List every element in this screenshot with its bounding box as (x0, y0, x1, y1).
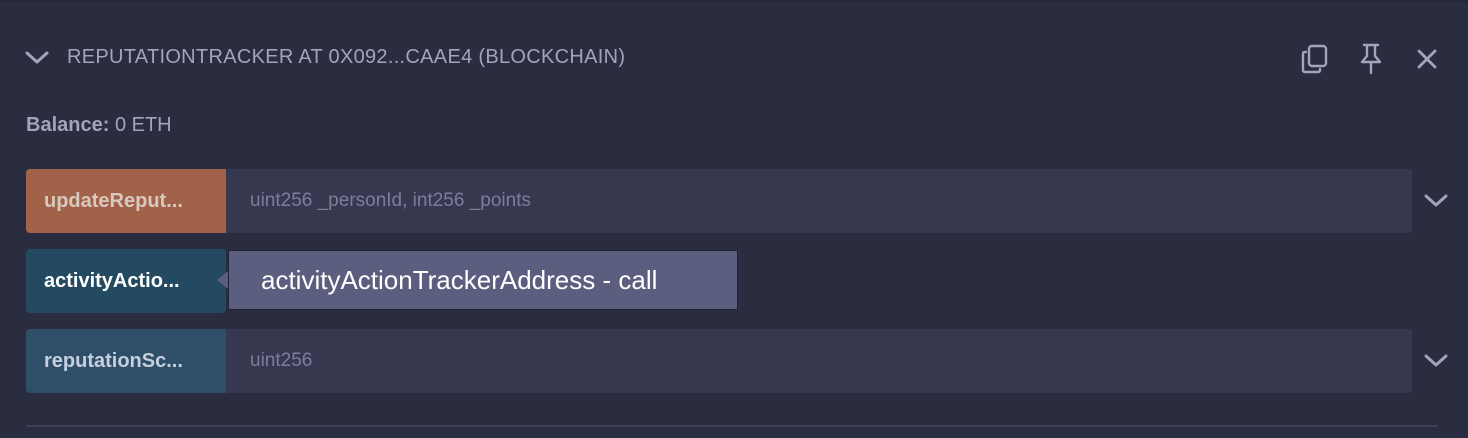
function-row-update-reputation: updateReput... (26, 169, 1448, 233)
pin-contract-button[interactable] (1352, 40, 1390, 78)
section-divider (26, 425, 1438, 427)
balance-label: Balance: (26, 114, 110, 136)
copy-icon (1301, 44, 1328, 74)
tooltip-arrow (217, 271, 228, 289)
balance-value: 0 ETH (114, 114, 172, 136)
function-row-activity-action-tracker: activityActio... (26, 249, 226, 313)
function-row-reputation-scores: reputationSc... (26, 329, 1448, 393)
reputation-scores-expand[interactable] (1420, 345, 1452, 377)
update-reputation-input[interactable] (226, 169, 1412, 233)
function-tooltip: activityActionTrackerAddress - call (228, 250, 738, 310)
update-reputation-expand[interactable] (1420, 185, 1452, 217)
close-icon (1417, 49, 1437, 69)
top-border (0, 0, 1468, 2)
update-reputation-button[interactable]: updateReput... (26, 169, 226, 233)
collapse-toggle[interactable] (22, 44, 52, 72)
reputation-scores-button[interactable]: reputationSc... (26, 329, 226, 393)
chevron-down-icon (1424, 194, 1448, 207)
balance-display: Balance: 0 ETH (26, 114, 172, 137)
contract-header: REPUTATIONTRACKER AT 0X092...CAAE4 (BLOC… (0, 30, 1468, 86)
activity-action-tracker-button[interactable]: activityActio... (26, 249, 226, 313)
contract-title: REPUTATIONTRACKER AT 0X092...CAAE4 (BLOC… (67, 46, 626, 68)
chevron-down-icon (25, 51, 49, 64)
chevron-down-icon (1424, 354, 1448, 367)
reputation-scores-input[interactable] (226, 329, 1412, 393)
remove-contract-button[interactable] (1408, 40, 1446, 78)
header-actions (1296, 40, 1446, 78)
pin-icon (1360, 43, 1382, 75)
copy-address-button[interactable] (1296, 40, 1334, 78)
